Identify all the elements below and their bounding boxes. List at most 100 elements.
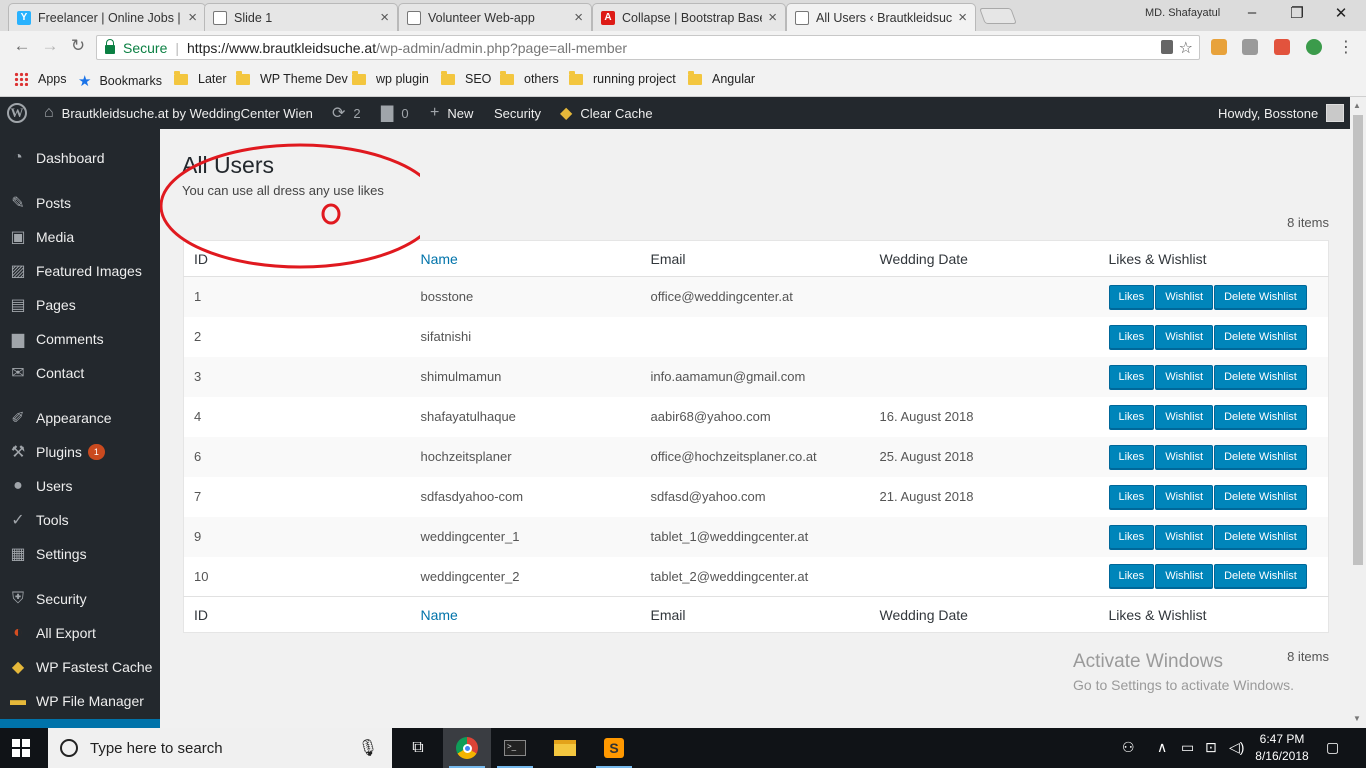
bookmark-bookmarks[interactable]: ★ Bookmarks xyxy=(78,72,162,90)
minimize-icon[interactable]: – xyxy=(1237,4,1267,21)
wishlist-button[interactable]: Wishlist xyxy=(1155,404,1214,429)
system-clock[interactable]: 6:47 PM 8/16/2018 xyxy=(1252,731,1312,765)
close-icon[interactable]: × xyxy=(380,9,389,26)
sidebar-active-item[interactable] xyxy=(0,719,160,728)
maximize-icon[interactable]: ❐ xyxy=(1282,4,1312,22)
battery-icon[interactable]: ▭ xyxy=(1181,739,1194,756)
globe-extension-icon[interactable] xyxy=(1306,39,1322,55)
close-icon[interactable]: × xyxy=(574,9,583,26)
bookmark-folder[interactable]: Later xyxy=(174,70,227,86)
sidebar-item-featured-images[interactable]: ▨ Featured Images xyxy=(0,254,160,288)
wishlist-button[interactable]: Wishlist xyxy=(1155,484,1214,509)
delete-wishlist-button[interactable]: Delete Wishlist xyxy=(1214,564,1307,589)
likes-button[interactable]: Likes xyxy=(1108,364,1155,389)
likes-button[interactable]: Likes xyxy=(1108,484,1155,509)
sidebar-item-appearance[interactable]: ✐ Appearance xyxy=(0,401,160,435)
sidebar-item-plugins[interactable]: ⚒ Plugins 1 xyxy=(0,435,160,469)
sidebar-item-pages[interactable]: ▤ Pages xyxy=(0,288,160,322)
bookmark-folder[interactable]: others xyxy=(500,70,559,86)
browser-tab[interactable]: A Collapse | Bootstrap Base × xyxy=(592,3,786,31)
sidebar-item-dashboard[interactable]: ◔ Dashboard xyxy=(0,141,160,175)
delete-wishlist-button[interactable]: Delete Wishlist xyxy=(1214,444,1307,469)
scroll-down-icon[interactable]: ▼ xyxy=(1353,714,1361,723)
likes-button[interactable]: Likes xyxy=(1108,524,1155,549)
updates-link[interactable]: ⟳ 2 xyxy=(332,97,361,129)
column-footer-name[interactable]: Name xyxy=(410,596,641,633)
extension-icon[interactable] xyxy=(1211,39,1227,55)
likes-button[interactable]: Likes xyxy=(1108,564,1155,589)
microphone-icon[interactable]: 🎙 xyxy=(358,738,378,758)
bookmark-folder[interactable]: Angular xyxy=(688,70,755,86)
sidebar-item-users[interactable]: ● Users xyxy=(0,469,160,503)
sidebar-item-contact[interactable]: ✉ Contact xyxy=(0,356,160,390)
camera-extension-icon[interactable] xyxy=(1242,39,1258,55)
wishlist-button[interactable]: Wishlist xyxy=(1155,444,1214,469)
browser-tab[interactable]: Slide 1 × xyxy=(204,3,398,31)
volume-icon[interactable]: ◁) xyxy=(1229,739,1244,756)
task-view-button[interactable]: ⧉ xyxy=(394,728,442,768)
column-header-name[interactable]: Name xyxy=(410,240,641,277)
bookmark-folder[interactable]: SEO xyxy=(441,70,491,86)
likes-button[interactable]: Likes xyxy=(1108,404,1155,429)
bookmark-star-icon[interactable]: ☆ xyxy=(1179,38,1193,58)
close-window-icon[interactable]: ✕ xyxy=(1326,4,1356,22)
reload-icon[interactable]: ↻ xyxy=(68,36,88,56)
scroll-thumb[interactable] xyxy=(1353,115,1363,565)
network-icon[interactable]: ⊡ xyxy=(1205,739,1217,756)
wishlist-button[interactable]: Wishlist xyxy=(1155,364,1214,389)
bookmark-apps[interactable]: Apps xyxy=(14,72,67,86)
address-bar[interactable]: Secure | https://www.brautkleidsuche.at … xyxy=(96,35,1200,60)
bookmark-folder[interactable]: WP Theme Dev xyxy=(236,70,348,86)
security-menu-link[interactable]: Security xyxy=(494,97,541,129)
browser-tab-active[interactable]: All Users ‹ Brautkleidsuch × xyxy=(786,3,976,31)
profile-name[interactable]: MD. Shafayatul xyxy=(1145,7,1220,19)
back-icon[interactable]: ← xyxy=(12,36,32,56)
wishlist-button[interactable]: Wishlist xyxy=(1155,284,1214,309)
sidebar-item-media[interactable]: ▣ Media xyxy=(0,220,160,254)
delete-wishlist-button[interactable]: Delete Wishlist xyxy=(1214,524,1307,549)
shield-extension-icon[interactable] xyxy=(1274,39,1290,55)
chevron-up-icon[interactable]: ∧ xyxy=(1157,739,1167,756)
wp-logo-button[interactable]: W xyxy=(7,97,27,129)
wishlist-button[interactable]: Wishlist xyxy=(1155,524,1214,549)
sidebar-item-posts[interactable]: ✎ Posts xyxy=(0,186,160,220)
sidebar-item-tools[interactable]: ✓ Tools xyxy=(0,503,160,537)
likes-button[interactable]: Likes xyxy=(1108,324,1155,349)
page-scrollbar[interactable]: ▲ ▼ xyxy=(1350,97,1366,728)
browser-tab[interactable]: Volunteer Web-app × xyxy=(398,3,592,31)
taskbar-app-sublime[interactable]: S xyxy=(590,728,638,768)
close-icon[interactable]: × xyxy=(958,9,967,26)
forward-icon[interactable]: → xyxy=(40,36,60,56)
delete-wishlist-button[interactable]: Delete Wishlist xyxy=(1214,404,1307,429)
delete-wishlist-button[interactable]: Delete Wishlist xyxy=(1214,284,1307,309)
delete-wishlist-button[interactable]: Delete Wishlist xyxy=(1214,364,1307,389)
likes-button[interactable]: Likes xyxy=(1108,284,1155,309)
taskbar-app-file-explorer[interactable] xyxy=(541,728,589,768)
sidebar-item-all-export[interactable]: ◐ All Export xyxy=(0,616,160,650)
delete-wishlist-button[interactable]: Delete Wishlist xyxy=(1214,324,1307,349)
clear-cache-link[interactable]: ◆ Clear Cache xyxy=(560,97,653,129)
site-name-link[interactable]: ⌂ Brautkleidsuche.at by WeddingCenter Wi… xyxy=(44,97,313,129)
new-tab-button[interactable] xyxy=(979,8,1017,24)
close-icon[interactable]: × xyxy=(768,9,777,26)
page-action-icon[interactable] xyxy=(1161,40,1173,54)
sidebar-item-comments[interactable]: ▆ Comments xyxy=(0,322,160,356)
wishlist-button[interactable]: Wishlist xyxy=(1155,564,1214,589)
sidebar-item-settings[interactable]: ▦ Settings xyxy=(0,537,160,571)
delete-wishlist-button[interactable]: Delete Wishlist xyxy=(1214,484,1307,509)
wishlist-button[interactable]: Wishlist xyxy=(1155,324,1214,349)
bookmark-folder[interactable]: running project xyxy=(569,70,676,86)
people-icon[interactable]: ⚇ xyxy=(1122,739,1135,756)
account-menu[interactable]: Howdy, Bosstone xyxy=(1218,97,1345,129)
windows-start-icon[interactable] xyxy=(12,739,30,757)
browser-tab[interactable]: Y Freelancer | Online Jobs | × xyxy=(8,3,206,31)
taskbar-app-terminal[interactable]: >_ xyxy=(491,728,539,768)
sidebar-item-wp-fastest-cache[interactable]: ◆ WP Fastest Cache xyxy=(0,650,160,684)
sidebar-item-wp-file-manager[interactable]: ▬ WP File Manager xyxy=(0,684,160,718)
likes-button[interactable]: Likes xyxy=(1108,444,1155,469)
sidebar-item-security[interactable]: ⛨ Security xyxy=(0,582,160,616)
scroll-up-icon[interactable]: ▲ xyxy=(1353,101,1361,110)
bookmark-folder[interactable]: wp plugin xyxy=(352,70,429,86)
comments-link[interactable]: ▇ 0 xyxy=(381,97,409,129)
taskbar-search-box[interactable]: Type here to search 🎙 xyxy=(48,728,392,768)
